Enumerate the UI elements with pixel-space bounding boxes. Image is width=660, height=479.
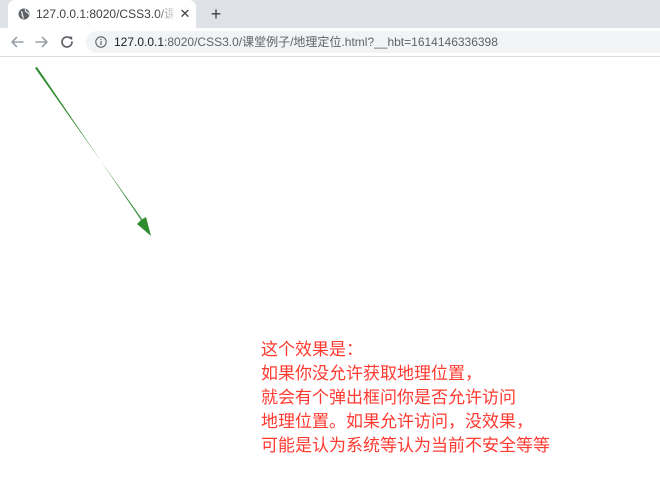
tab-strip: 127.0.0.1:8020/CSS3.0/课堂例子 ✕ + <box>0 0 660 28</box>
arrow-right-icon[interactable] <box>33 33 51 51</box>
url-path: :8020/CSS3.0/课堂例子/地理定位.html?__hbt=161414… <box>164 35 498 49</box>
note-line-5: 可能是认为系统等认为当前不安全等等 <box>261 436 550 455</box>
green-arrow-icon <box>35 67 151 236</box>
note-line-2: 如果你没允许获取地理位置， <box>261 364 482 383</box>
new-tab-button[interactable]: + <box>206 4 226 24</box>
page-viewport: 这个效果是： 如果你没允许获取地理位置， 就会有个弹出框问你是否允许访问 地理位… <box>0 57 660 479</box>
note-line-4: 地理位置。如果允许访问，没效果， <box>261 412 533 431</box>
tab-title: 127.0.0.1:8020/CSS3.0/课堂例子 <box>36 7 174 21</box>
info-icon[interactable] <box>95 36 107 48</box>
browser-window: 127.0.0.1:8020/CSS3.0/课堂例子 ✕ + 127.0.0.1… <box>0 0 660 479</box>
note-line-1: 这个效果是： <box>261 340 363 359</box>
tab-title-fade <box>156 4 176 24</box>
arrow-left-icon[interactable] <box>8 33 26 51</box>
globe-icon <box>18 8 30 20</box>
note-line-3: 就会有个弹出框问你是否允许访问 <box>261 388 516 407</box>
url-host: 127.0.0.1 <box>114 35 165 49</box>
url-text[interactable]: 127.0.0.1:8020/CSS3.0/课堂例子/地理定位.html?__h… <box>114 35 498 49</box>
address-bar[interactable]: 127.0.0.1:8020/CSS3.0/课堂例子/地理定位.html?__h… <box>86 31 660 53</box>
reload-icon[interactable] <box>58 33 76 51</box>
toolbar: 127.0.0.1:8020/CSS3.0/课堂例子/地理定位.html?__h… <box>0 28 660 57</box>
tab-active[interactable]: 127.0.0.1:8020/CSS3.0/课堂例子 ✕ <box>8 0 196 28</box>
close-icon[interactable]: ✕ <box>178 7 192 21</box>
explanation-note: 这个效果是： 如果你没允许获取地理位置， 就会有个弹出框问你是否允许访问 地理位… <box>261 338 656 458</box>
